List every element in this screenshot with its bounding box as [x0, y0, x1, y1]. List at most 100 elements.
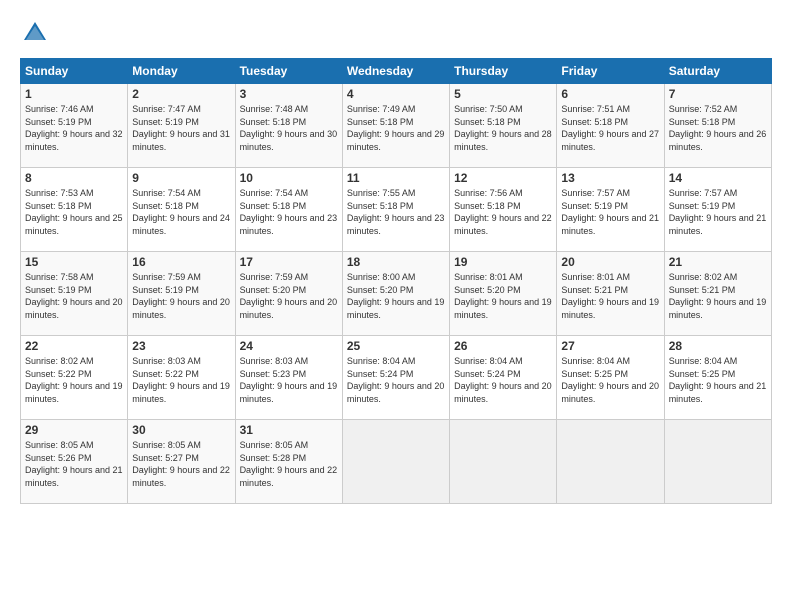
day-info: Sunrise: 7:49 AMSunset: 5:18 PMDaylight:… — [347, 103, 445, 153]
day-number: 4 — [347, 87, 445, 101]
day-info: Sunrise: 8:03 AMSunset: 5:22 PMDaylight:… — [132, 355, 230, 405]
day-number: 25 — [347, 339, 445, 353]
day-number: 26 — [454, 339, 552, 353]
day-cell — [342, 420, 449, 504]
day-number: 13 — [561, 171, 659, 185]
day-cell: 10 Sunrise: 7:54 AMSunset: 5:18 PMDaylig… — [235, 168, 342, 252]
day-number: 23 — [132, 339, 230, 353]
day-info: Sunrise: 8:04 AMSunset: 5:25 PMDaylight:… — [561, 355, 659, 405]
day-info: Sunrise: 8:01 AMSunset: 5:20 PMDaylight:… — [454, 271, 552, 321]
day-header-thursday: Thursday — [450, 59, 557, 84]
day-info: Sunrise: 8:04 AMSunset: 5:24 PMDaylight:… — [454, 355, 552, 405]
day-cell: 21 Sunrise: 8:02 AMSunset: 5:21 PMDaylig… — [664, 252, 771, 336]
day-number: 5 — [454, 87, 552, 101]
day-info: Sunrise: 7:50 AMSunset: 5:18 PMDaylight:… — [454, 103, 552, 153]
day-number: 27 — [561, 339, 659, 353]
day-info: Sunrise: 7:59 AMSunset: 5:19 PMDaylight:… — [132, 271, 230, 321]
page: SundayMondayTuesdayWednesdayThursdayFrid… — [0, 0, 792, 518]
header — [20, 18, 772, 48]
day-cell — [557, 420, 664, 504]
day-cell: 16 Sunrise: 7:59 AMSunset: 5:19 PMDaylig… — [128, 252, 235, 336]
day-info: Sunrise: 8:02 AMSunset: 5:21 PMDaylight:… — [669, 271, 767, 321]
day-info: Sunrise: 7:47 AMSunset: 5:19 PMDaylight:… — [132, 103, 230, 153]
day-info: Sunrise: 7:52 AMSunset: 5:18 PMDaylight:… — [669, 103, 767, 153]
logo-icon — [20, 18, 50, 48]
day-info: Sunrise: 7:51 AMSunset: 5:18 PMDaylight:… — [561, 103, 659, 153]
day-cell — [664, 420, 771, 504]
day-cell: 11 Sunrise: 7:55 AMSunset: 5:18 PMDaylig… — [342, 168, 449, 252]
day-cell: 13 Sunrise: 7:57 AMSunset: 5:19 PMDaylig… — [557, 168, 664, 252]
day-number: 31 — [240, 423, 338, 437]
day-cell: 19 Sunrise: 8:01 AMSunset: 5:20 PMDaylig… — [450, 252, 557, 336]
day-cell — [450, 420, 557, 504]
day-info: Sunrise: 7:57 AMSunset: 5:19 PMDaylight:… — [561, 187, 659, 237]
day-info: Sunrise: 7:46 AMSunset: 5:19 PMDaylight:… — [25, 103, 123, 153]
day-info: Sunrise: 8:05 AMSunset: 5:27 PMDaylight:… — [132, 439, 230, 489]
day-number: 9 — [132, 171, 230, 185]
day-info: Sunrise: 7:55 AMSunset: 5:18 PMDaylight:… — [347, 187, 445, 237]
day-number: 8 — [25, 171, 123, 185]
day-cell: 8 Sunrise: 7:53 AMSunset: 5:18 PMDayligh… — [21, 168, 128, 252]
day-info: Sunrise: 8:05 AMSunset: 5:26 PMDaylight:… — [25, 439, 123, 489]
day-number: 6 — [561, 87, 659, 101]
day-cell: 28 Sunrise: 8:04 AMSunset: 5:25 PMDaylig… — [664, 336, 771, 420]
day-header-sunday: Sunday — [21, 59, 128, 84]
day-cell: 5 Sunrise: 7:50 AMSunset: 5:18 PMDayligh… — [450, 84, 557, 168]
day-cell: 26 Sunrise: 8:04 AMSunset: 5:24 PMDaylig… — [450, 336, 557, 420]
day-number: 20 — [561, 255, 659, 269]
day-cell: 20 Sunrise: 8:01 AMSunset: 5:21 PMDaylig… — [557, 252, 664, 336]
day-number: 29 — [25, 423, 123, 437]
day-number: 18 — [347, 255, 445, 269]
day-header-tuesday: Tuesday — [235, 59, 342, 84]
day-info: Sunrise: 8:00 AMSunset: 5:20 PMDaylight:… — [347, 271, 445, 321]
day-cell: 2 Sunrise: 7:47 AMSunset: 5:19 PMDayligh… — [128, 84, 235, 168]
day-number: 21 — [669, 255, 767, 269]
day-header-friday: Friday — [557, 59, 664, 84]
day-info: Sunrise: 7:54 AMSunset: 5:18 PMDaylight:… — [132, 187, 230, 237]
logo — [20, 18, 54, 48]
day-number: 7 — [669, 87, 767, 101]
day-cell: 25 Sunrise: 8:04 AMSunset: 5:24 PMDaylig… — [342, 336, 449, 420]
week-row-1: 1 Sunrise: 7:46 AMSunset: 5:19 PMDayligh… — [21, 84, 772, 168]
day-cell: 31 Sunrise: 8:05 AMSunset: 5:28 PMDaylig… — [235, 420, 342, 504]
day-header-saturday: Saturday — [664, 59, 771, 84]
day-cell: 27 Sunrise: 8:04 AMSunset: 5:25 PMDaylig… — [557, 336, 664, 420]
day-number: 12 — [454, 171, 552, 185]
day-cell: 12 Sunrise: 7:56 AMSunset: 5:18 PMDaylig… — [450, 168, 557, 252]
day-cell: 30 Sunrise: 8:05 AMSunset: 5:27 PMDaylig… — [128, 420, 235, 504]
day-info: Sunrise: 7:56 AMSunset: 5:18 PMDaylight:… — [454, 187, 552, 237]
day-cell: 14 Sunrise: 7:57 AMSunset: 5:19 PMDaylig… — [664, 168, 771, 252]
day-number: 17 — [240, 255, 338, 269]
week-row-2: 8 Sunrise: 7:53 AMSunset: 5:18 PMDayligh… — [21, 168, 772, 252]
day-header-monday: Monday — [128, 59, 235, 84]
day-number: 14 — [669, 171, 767, 185]
calendar-table: SundayMondayTuesdayWednesdayThursdayFrid… — [20, 58, 772, 504]
day-info: Sunrise: 7:53 AMSunset: 5:18 PMDaylight:… — [25, 187, 123, 237]
day-number: 30 — [132, 423, 230, 437]
day-info: Sunrise: 8:04 AMSunset: 5:24 PMDaylight:… — [347, 355, 445, 405]
header-row: SundayMondayTuesdayWednesdayThursdayFrid… — [21, 59, 772, 84]
day-info: Sunrise: 8:05 AMSunset: 5:28 PMDaylight:… — [240, 439, 338, 489]
day-number: 10 — [240, 171, 338, 185]
day-info: Sunrise: 7:57 AMSunset: 5:19 PMDaylight:… — [669, 187, 767, 237]
day-cell: 1 Sunrise: 7:46 AMSunset: 5:19 PMDayligh… — [21, 84, 128, 168]
day-number: 28 — [669, 339, 767, 353]
day-cell: 15 Sunrise: 7:58 AMSunset: 5:19 PMDaylig… — [21, 252, 128, 336]
day-cell: 9 Sunrise: 7:54 AMSunset: 5:18 PMDayligh… — [128, 168, 235, 252]
day-cell: 18 Sunrise: 8:00 AMSunset: 5:20 PMDaylig… — [342, 252, 449, 336]
day-cell: 7 Sunrise: 7:52 AMSunset: 5:18 PMDayligh… — [664, 84, 771, 168]
day-info: Sunrise: 7:58 AMSunset: 5:19 PMDaylight:… — [25, 271, 123, 321]
day-cell: 4 Sunrise: 7:49 AMSunset: 5:18 PMDayligh… — [342, 84, 449, 168]
week-row-3: 15 Sunrise: 7:58 AMSunset: 5:19 PMDaylig… — [21, 252, 772, 336]
day-cell: 3 Sunrise: 7:48 AMSunset: 5:18 PMDayligh… — [235, 84, 342, 168]
day-number: 15 — [25, 255, 123, 269]
day-cell: 29 Sunrise: 8:05 AMSunset: 5:26 PMDaylig… — [21, 420, 128, 504]
week-row-5: 29 Sunrise: 8:05 AMSunset: 5:26 PMDaylig… — [21, 420, 772, 504]
day-info: Sunrise: 7:48 AMSunset: 5:18 PMDaylight:… — [240, 103, 338, 153]
day-number: 1 — [25, 87, 123, 101]
day-cell: 23 Sunrise: 8:03 AMSunset: 5:22 PMDaylig… — [128, 336, 235, 420]
day-info: Sunrise: 7:59 AMSunset: 5:20 PMDaylight:… — [240, 271, 338, 321]
day-number: 19 — [454, 255, 552, 269]
day-info: Sunrise: 8:02 AMSunset: 5:22 PMDaylight:… — [25, 355, 123, 405]
day-cell: 6 Sunrise: 7:51 AMSunset: 5:18 PMDayligh… — [557, 84, 664, 168]
